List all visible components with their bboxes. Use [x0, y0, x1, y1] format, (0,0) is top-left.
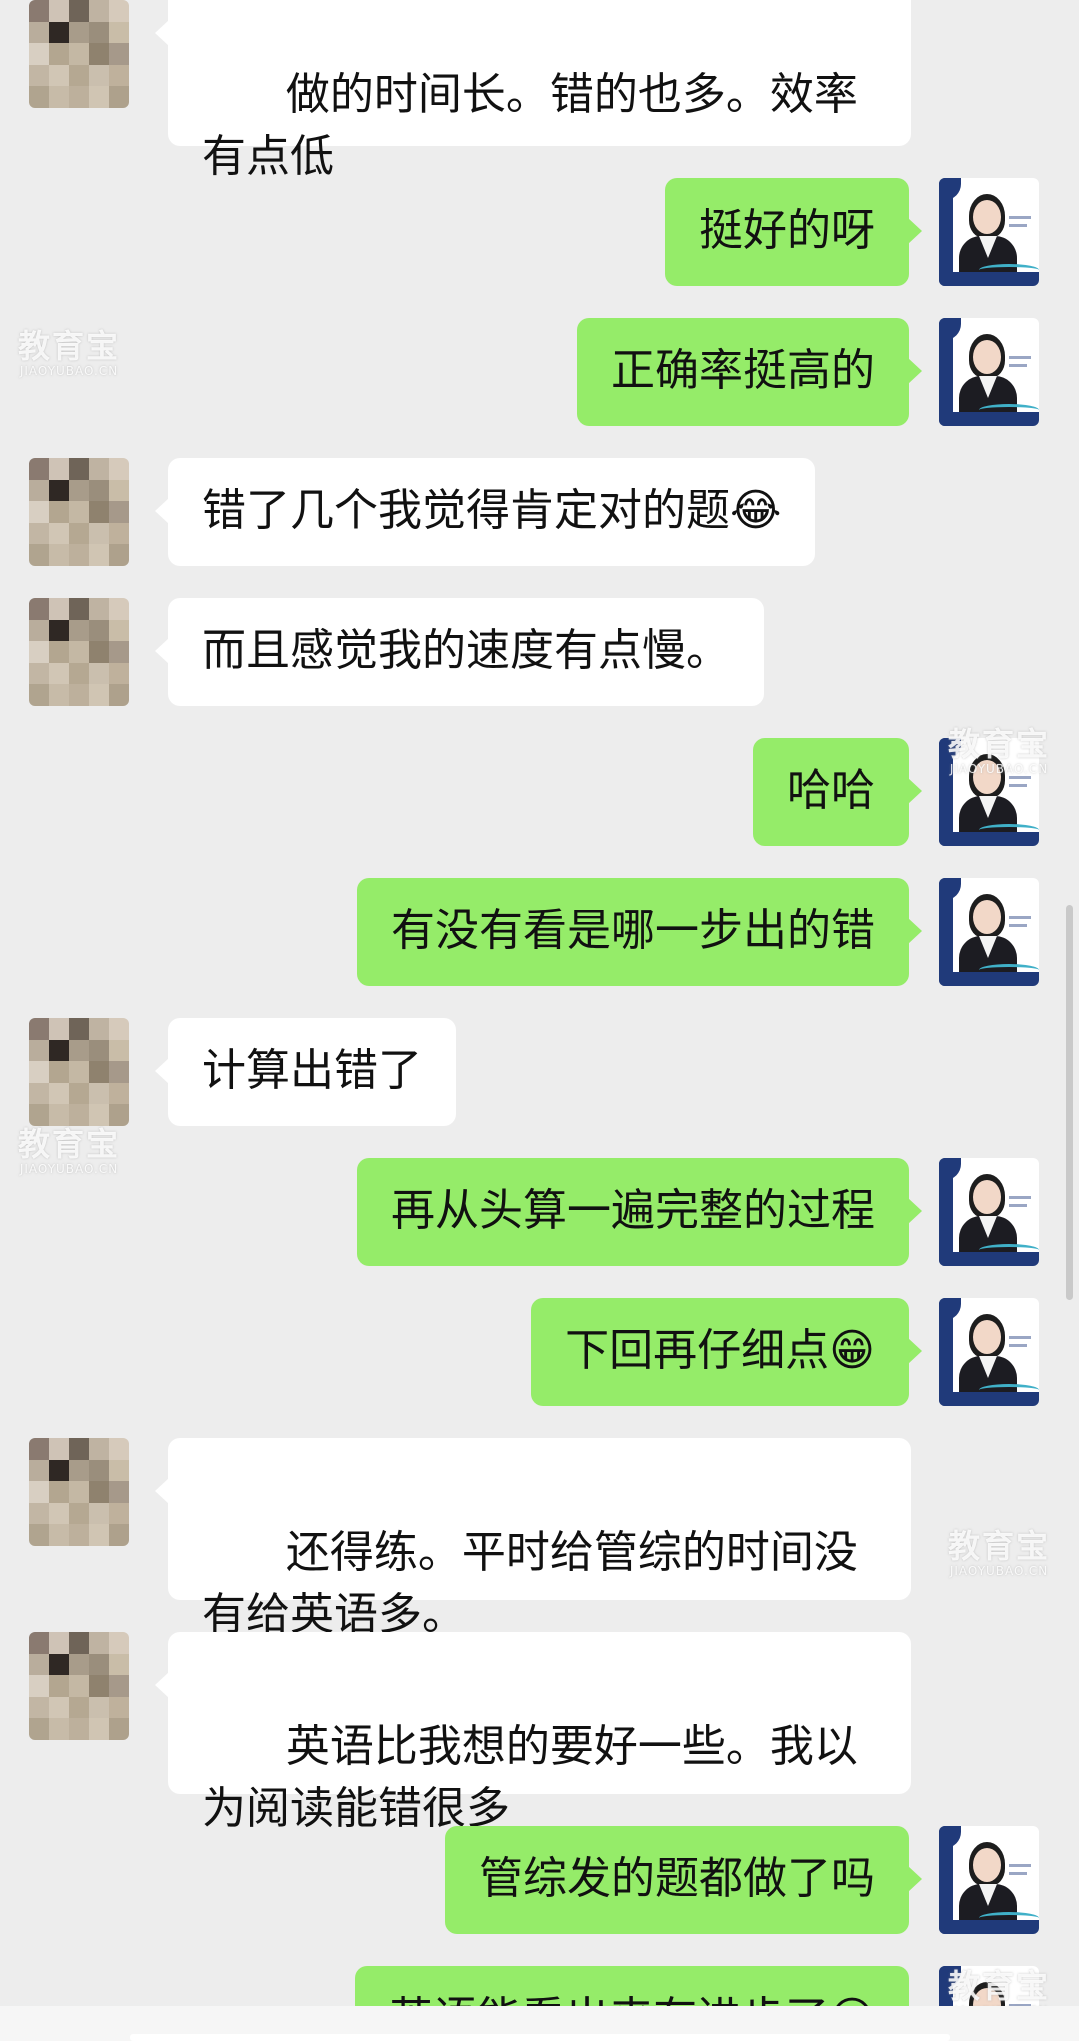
message-bubble-incoming[interactable]: 做的时间长。错的也多。效率有点低 [155, 0, 911, 182]
message-row: 正确率挺高的 [0, 318, 1079, 426]
message-text: 错了几个我觉得肯定对的题😂 [202, 485, 782, 536]
message-row: 管综发的题都做了吗 [0, 1826, 1079, 1934]
message-bubble-incoming[interactable]: 而且感觉我的速度有点慢。 [155, 598, 764, 706]
message-row: 再从头算一遍完整的过程 [0, 1158, 1079, 1266]
message-bubble-incoming[interactable]: 错了几个我觉得肯定对的题😂 [154, 458, 816, 566]
contact-avatar[interactable] [29, 1018, 129, 1126]
chat-input-bar [0, 2006, 1079, 2041]
teacher-avatar[interactable] [939, 1298, 1039, 1406]
message-bubble-outgoing[interactable]: 有没有看是哪一步出的错 [357, 878, 922, 986]
message-input-field[interactable] [130, 2034, 950, 2041]
pixelated-avatar-icon [29, 458, 129, 566]
chat-scrollbar[interactable] [1066, 905, 1073, 1300]
pixelated-avatar-icon [29, 1632, 129, 1740]
teacher-avatar[interactable] [939, 178, 1039, 286]
message-text: 管综发的题都做了吗 [479, 1853, 875, 1904]
pixelated-avatar-icon [29, 1438, 129, 1546]
message-text: 再从头算一遍完整的过程 [391, 1185, 875, 1236]
chat-message-list[interactable]: 做的时间长。错的也多。效率有点低 挺好的呀 正确率挺高的 错了几个我觉得肯定对的… [0, 0, 1079, 2041]
message-bubble-outgoing[interactable]: 再从头算一遍完整的过程 [357, 1158, 922, 1266]
teacher-avatar[interactable] [939, 878, 1039, 986]
pixelated-avatar-icon [29, 598, 129, 706]
message-text: 挺好的呀 [699, 205, 875, 256]
message-row: 有没有看是哪一步出的错 [0, 878, 1079, 986]
message-text: 正确率挺高的 [611, 345, 875, 396]
message-bubble-outgoing[interactable]: 哈哈 [753, 738, 922, 846]
message-bubble-outgoing[interactable]: 管综发的题都做了吗 [445, 1826, 922, 1934]
message-text: 还得练。平时给管综的时间没有给英语多。 [202, 1527, 858, 1640]
message-row: 挺好的呀 [0, 178, 1079, 286]
pixelated-avatar-icon [29, 1018, 129, 1126]
contact-avatar[interactable] [29, 598, 129, 706]
pixelated-avatar-icon [29, 0, 129, 108]
contact-avatar[interactable] [29, 1632, 129, 1740]
message-bubble-outgoing[interactable]: 挺好的呀 [665, 178, 922, 286]
contact-avatar[interactable] [29, 1438, 129, 1546]
teacher-avatar[interactable] [939, 318, 1039, 426]
message-row: 下回再仔细点😁 [0, 1298, 1079, 1406]
message-row: 哈哈 [0, 738, 1079, 846]
contact-avatar[interactable] [29, 0, 129, 108]
message-bubble-incoming[interactable]: 计算出错了 [155, 1018, 456, 1126]
teacher-avatar[interactable] [939, 1158, 1039, 1266]
message-text: 而且感觉我的速度有点慢。 [202, 625, 730, 676]
message-text: 英语比我想的要好一些。我以为阅读能错很多 [202, 1721, 858, 1834]
message-bubble-outgoing[interactable]: 正确率挺高的 [577, 318, 922, 426]
message-bubble-incoming[interactable]: 英语比我想的要好一些。我以为阅读能错很多 [155, 1632, 911, 1834]
contact-avatar[interactable] [29, 458, 129, 566]
message-bubble-outgoing[interactable]: 下回再仔细点😁 [531, 1298, 922, 1406]
message-text: 做的时间长。错的也多。效率有点低 [202, 69, 858, 182]
teacher-avatar[interactable] [939, 738, 1039, 846]
message-bubble-incoming[interactable]: 还得练。平时给管综的时间没有给英语多。 [155, 1438, 911, 1640]
message-text: 下回再仔细点😁 [565, 1325, 875, 1376]
message-text: 哈哈 [787, 765, 875, 816]
teacher-avatar[interactable] [939, 1826, 1039, 1934]
message-text: 计算出错了 [202, 1045, 422, 1096]
message-text: 有没有看是哪一步出的错 [391, 905, 875, 956]
